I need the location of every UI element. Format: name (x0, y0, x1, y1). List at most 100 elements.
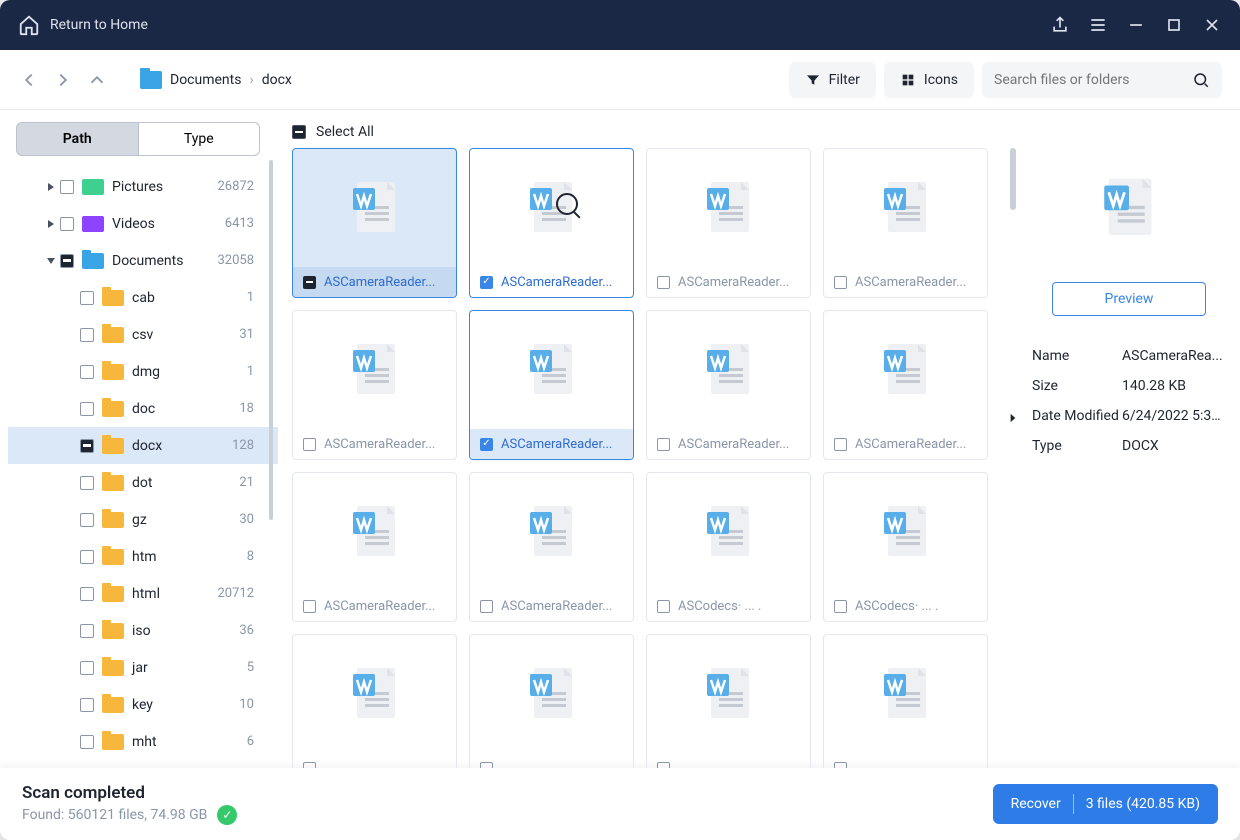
checkbox[interactable] (80, 476, 94, 490)
file-checkbox[interactable] (834, 762, 847, 769)
sidebar-item-gz[interactable]: gz30 (8, 501, 278, 538)
sidebar-item-iso[interactable]: iso36 (8, 612, 278, 649)
file-card[interactable] (646, 634, 811, 768)
file-checkbox[interactable] (657, 762, 670, 769)
checkbox[interactable] (80, 587, 94, 601)
folder-icon (102, 586, 124, 602)
file-card[interactable]: ASCameraReader... (292, 310, 457, 460)
file-checkbox[interactable] (303, 276, 316, 289)
checkbox[interactable] (80, 698, 94, 712)
sidebar-item-html[interactable]: html20712 (8, 575, 278, 612)
checkbox[interactable] (60, 217, 74, 231)
icons-view-button[interactable]: Icons (884, 62, 974, 98)
filter-button[interactable]: Filter (789, 62, 876, 98)
sidebar-tab-path[interactable]: Path (16, 122, 139, 156)
file-card[interactable] (469, 634, 634, 768)
minimize-icon[interactable] (1126, 15, 1146, 35)
folder-icon (102, 364, 124, 380)
file-card[interactable]: ASCameraReader... (292, 148, 457, 298)
grid-icon (900, 72, 916, 88)
sidebar-item-videos[interactable]: Videos6413 (8, 205, 278, 242)
sidebar-item-doc[interactable]: doc18 (8, 390, 278, 427)
file-checkbox[interactable] (303, 762, 316, 769)
expand-handle[interactable] (1006, 410, 1020, 429)
caret-icon[interactable] (44, 182, 58, 192)
file-checkbox[interactable] (480, 762, 493, 769)
return-to-home[interactable]: Return to Home (18, 14, 148, 36)
sidebar-item-cab[interactable]: cab1 (8, 279, 278, 316)
checkbox[interactable] (80, 513, 94, 527)
up-icon[interactable] (86, 69, 108, 91)
sidebar-item-documents[interactable]: Documents32058 (8, 242, 278, 279)
sidebar-item-docx[interactable]: docx128 (8, 427, 278, 464)
checkbox[interactable] (80, 328, 94, 342)
file-card[interactable]: ASCameraReader... (292, 472, 457, 622)
crumb-0[interactable]: Documents (170, 72, 241, 88)
sidebar-item-dot[interactable]: dot21 (8, 464, 278, 501)
sidebar-item-mht[interactable]: mht6 (8, 723, 278, 760)
file-card[interactable]: ASCameraReader... (823, 148, 988, 298)
checkbox[interactable] (80, 402, 94, 416)
maximize-icon[interactable] (1164, 15, 1184, 35)
select-all-row[interactable]: Select All (278, 110, 1018, 148)
close-icon[interactable] (1202, 15, 1222, 35)
file-checkbox[interactable] (657, 438, 670, 451)
file-checkbox[interactable] (480, 600, 493, 613)
file-card[interactable] (823, 634, 988, 768)
file-checkbox[interactable] (834, 600, 847, 613)
file-checkbox[interactable] (303, 438, 316, 451)
sidebar-scrollbar[interactable] (269, 160, 273, 768)
checkbox[interactable] (80, 661, 94, 675)
checkbox[interactable] (80, 365, 94, 379)
file-card[interactable] (292, 634, 457, 768)
crumb-1[interactable]: docx (262, 72, 292, 88)
label: cab (132, 290, 247, 306)
file-checkbox[interactable] (834, 438, 847, 451)
file-card[interactable]: ASCameraReader... (646, 148, 811, 298)
file-thumb (293, 473, 456, 591)
checkbox[interactable] (80, 735, 94, 749)
select-all-checkbox[interactable] (292, 125, 306, 139)
sidebar-item-csv[interactable]: csv31 (8, 316, 278, 353)
search-box[interactable] (982, 62, 1222, 98)
checkbox[interactable] (80, 291, 94, 305)
file-card[interactable]: ASCameraReader... (469, 310, 634, 460)
checkbox[interactable] (80, 624, 94, 638)
grid-scrollbar[interactable] (1010, 148, 1016, 210)
checkbox[interactable] (80, 439, 94, 453)
sidebar-item-mof[interactable]: mof1 (8, 760, 278, 768)
sidebar-item-key[interactable]: key10 (8, 686, 278, 723)
checkbox[interactable] (80, 550, 94, 564)
sidebar-item-dmg[interactable]: dmg1 (8, 353, 278, 390)
folder-icon (102, 290, 124, 306)
file-card[interactable]: ASCodecs· ... . (646, 472, 811, 622)
file-card[interactable]: ASCameraReader... (469, 148, 634, 298)
search-icon[interactable] (1192, 71, 1210, 89)
file-checkbox[interactable] (834, 276, 847, 289)
checkbox[interactable] (60, 254, 74, 268)
caret-icon[interactable] (44, 219, 58, 229)
share-icon[interactable] (1050, 15, 1070, 35)
file-card[interactable]: ASCodecs· ... . (823, 472, 988, 622)
checkbox[interactable] (60, 180, 74, 194)
file-card[interactable]: ASCameraReader... (646, 310, 811, 460)
detail-date-value: 6/24/2022 5:35.. (1122, 408, 1226, 424)
file-checkbox[interactable] (303, 600, 316, 613)
file-checkbox[interactable] (480, 438, 493, 451)
file-card[interactable]: ASCameraReader... (823, 310, 988, 460)
sidebar-item-jar[interactable]: jar5 (8, 649, 278, 686)
file-card[interactable]: ASCameraReader... (469, 472, 634, 622)
sidebar-tab-type[interactable]: Type (139, 122, 261, 156)
search-input[interactable] (994, 72, 1192, 88)
file-checkbox[interactable] (480, 276, 493, 289)
recover-button[interactable]: Recover 3 files (420.85 KB) (993, 784, 1218, 824)
back-icon[interactable] (18, 69, 40, 91)
forward-icon[interactable] (52, 69, 74, 91)
preview-button[interactable]: Preview (1052, 282, 1206, 316)
menu-icon[interactable] (1088, 15, 1108, 35)
sidebar-item-htm[interactable]: htm8 (8, 538, 278, 575)
file-checkbox[interactable] (657, 600, 670, 613)
caret-icon[interactable] (44, 256, 58, 266)
sidebar-item-pictures[interactable]: Pictures26872 (8, 168, 278, 205)
file-checkbox[interactable] (657, 276, 670, 289)
